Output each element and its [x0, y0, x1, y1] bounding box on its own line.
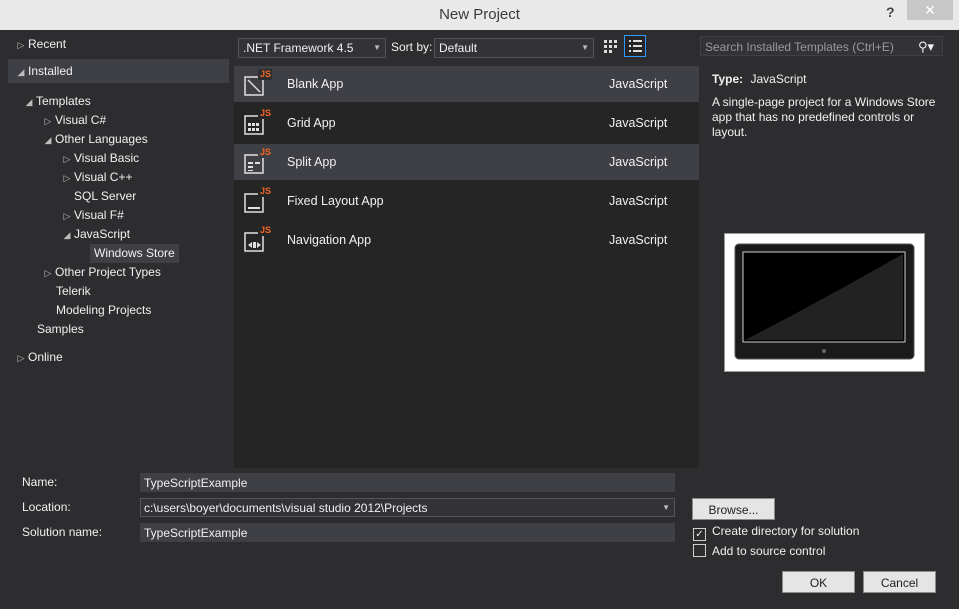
sort-label: Sort by: — [391, 40, 433, 54]
template-details: Type: JavaScript A single-page project f… — [712, 72, 942, 140]
chevron-down-icon: ▼ — [581, 43, 589, 52]
tree-item-other-languages[interactable]: ◢ Other Languages — [41, 130, 148, 149]
template-language: JavaScript — [609, 233, 668, 247]
cancel-button[interactable]: Cancel — [863, 571, 936, 593]
create-directory-checkbox[interactable]: ✓ Create directory for solution — [693, 524, 859, 541]
template-name: Blank App — [287, 77, 344, 91]
tree-item-telerik[interactable]: Telerik — [56, 282, 91, 301]
template-language: JavaScript — [609, 155, 668, 169]
location-label: Location: — [22, 500, 71, 514]
template-name: Split App — [287, 155, 337, 169]
tree-item-javascript[interactable]: ◢ JavaScript — [60, 225, 131, 245]
expand-arrow-icon[interactable]: ▷ — [41, 112, 55, 131]
grid-view-icon — [604, 40, 617, 53]
name-field[interactable]: TypeScriptExample — [140, 473, 675, 492]
location-field[interactable]: c:\users\boyer\documents\visual studio 2… — [140, 498, 675, 517]
ok-button[interactable]: OK — [782, 571, 855, 593]
template-item-blank-app[interactable]: JS Blank App JavaScript — [234, 66, 699, 102]
js-badge: JS — [260, 225, 272, 235]
tree-item-sql-server[interactable]: SQL Server — [74, 187, 136, 206]
tree-item-visual-cpp[interactable]: ▷ Visual C++ — [60, 168, 133, 188]
tree-item-other-project-types[interactable]: ▷ Other Project Types — [41, 263, 161, 282]
template-list: JS Blank App JavaScript JS Grid App Java… — [234, 66, 699, 468]
checkmark-icon[interactable]: ✓ — [693, 528, 706, 541]
type-label: Type: — [712, 72, 744, 86]
help-icon[interactable]: ? — [886, 4, 895, 20]
js-badge: JS — [260, 69, 272, 79]
small-icons-view-button[interactable] — [600, 36, 620, 56]
tree-item-visual-basic[interactable]: ▷ Visual Basic — [60, 149, 140, 169]
template-item-navigation-app[interactable]: JS Navigation App JavaScript — [234, 222, 699, 258]
grid-app-icon: JS — [244, 108, 272, 138]
template-language: JavaScript — [609, 116, 668, 130]
template-name: Fixed Layout App — [287, 194, 384, 208]
expand-arrow-icon[interactable]: ▷ — [60, 150, 74, 169]
expand-arrow-icon[interactable]: ▷ — [14, 33, 28, 57]
tree-item-modeling-projects[interactable]: Modeling Projects — [56, 301, 151, 320]
template-name: Grid App — [287, 116, 336, 130]
chevron-down-icon[interactable]: ▼ — [662, 499, 670, 517]
list-view-button[interactable] — [624, 35, 646, 57]
window-title: New Project — [439, 6, 520, 23]
search-icon[interactable]: ⚲▾ — [918, 37, 934, 57]
split-app-icon: JS — [244, 147, 272, 177]
tree-item-samples[interactable]: Samples — [37, 320, 84, 339]
template-language: JavaScript — [609, 77, 668, 91]
tree-item-visual-fsharp[interactable]: ▷ Visual F# — [60, 206, 124, 225]
template-item-fixed-layout-app[interactable]: JS Fixed Layout App JavaScript — [234, 183, 699, 219]
template-preview-image — [724, 233, 925, 372]
collapse-arrow-icon[interactable]: ◢ — [60, 226, 74, 245]
expand-arrow-icon[interactable]: ▷ — [41, 264, 55, 283]
tree-item-templates[interactable]: ◢ Templates — [22, 92, 91, 111]
chevron-down-icon: ▼ — [373, 43, 381, 52]
expand-arrow-icon[interactable]: ▷ — [14, 349, 28, 368]
fixed-layout-app-icon: JS — [244, 186, 272, 216]
template-description: A single-page project for a Windows Stor… — [712, 95, 936, 139]
js-badge: JS — [260, 186, 272, 196]
search-input[interactable]: Search Installed Templates (Ctrl+E) ⚲▾ — [700, 36, 943, 56]
tree-item-installed[interactable]: ◢ Installed — [8, 59, 229, 83]
tree-item-visual-csharp[interactable]: ▷ Visual C# — [41, 111, 107, 131]
template-item-grid-app[interactable]: JS Grid App JavaScript — [234, 105, 699, 141]
type-value: JavaScript — [750, 72, 807, 86]
expand-arrow-icon[interactable]: ▷ — [60, 207, 74, 226]
solution-name-field[interactable]: TypeScriptExample — [140, 523, 675, 542]
new-project-dialog: ▷ Recent ◢ Installed ◢ Templates ▷ Visual C#… — [8, 30, 951, 601]
tablet-preview-icon — [734, 243, 915, 360]
name-label: Name: — [22, 475, 58, 489]
collapse-arrow-icon[interactable]: ◢ — [41, 131, 55, 150]
project-form: Name: TypeScriptExample Location: c:\use… — [8, 468, 951, 601]
template-item-split-app[interactable]: JS Split App JavaScript — [234, 144, 699, 180]
collapse-arrow-icon[interactable]: ◢ — [14, 60, 28, 84]
tree-item-online[interactable]: ▷ Online — [14, 348, 63, 367]
sort-dropdown[interactable]: Default ▼ — [434, 38, 594, 58]
list-view-icon — [629, 40, 642, 52]
js-badge: JS — [260, 147, 272, 157]
collapse-arrow-icon[interactable]: ◢ — [22, 93, 36, 112]
checkbox-empty-icon[interactable] — [693, 544, 706, 557]
expand-arrow-icon[interactable]: ▷ — [60, 169, 74, 188]
js-badge: JS — [260, 108, 272, 118]
browse-button[interactable]: Browse... — [692, 498, 775, 520]
close-button[interactable]: ✕ — [907, 0, 953, 20]
framework-dropdown[interactable]: .NET Framework 4.5 ▼ — [238, 38, 386, 58]
template-toolbar: .NET Framework 4.5 ▼ Sort by: Default ▼ — [236, 35, 699, 58]
title-bar: New Project ? ✕ — [0, 0, 959, 30]
tree-item-recent[interactable]: ▷ Recent — [14, 32, 67, 57]
solution-name-label: Solution name: — [22, 525, 103, 539]
template-tree: ▷ Recent ◢ Installed ◢ Templates ▷ Visual C#… — [8, 30, 234, 468]
template-name: Navigation App — [287, 233, 372, 247]
template-language: JavaScript — [609, 194, 668, 208]
tree-item-windows-store[interactable]: Windows Store — [90, 244, 179, 263]
blank-app-icon: JS — [244, 69, 272, 99]
navigation-app-icon: JS — [244, 225, 272, 255]
add-source-control-checkbox[interactable]: Add to source control — [693, 544, 825, 558]
